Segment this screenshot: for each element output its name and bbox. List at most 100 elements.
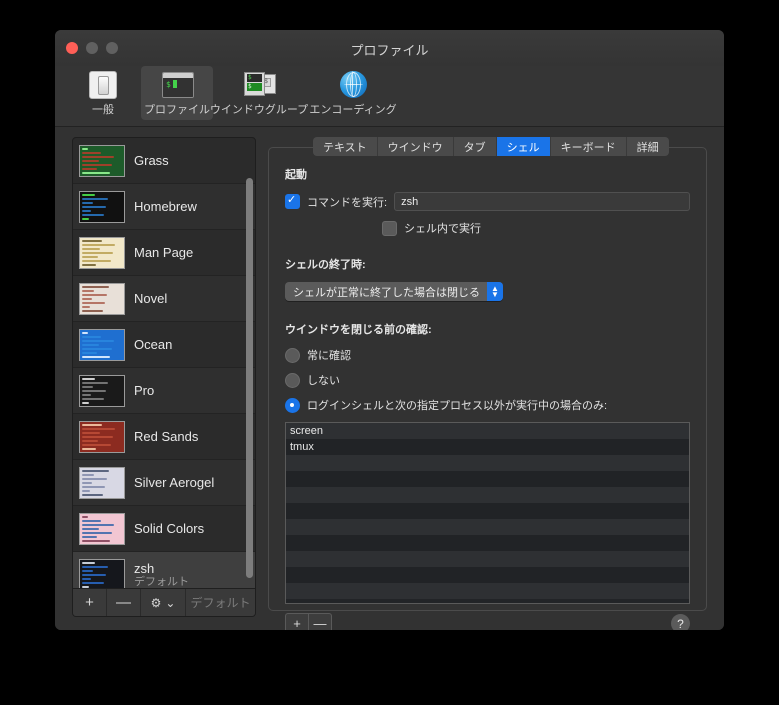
tab-3[interactable]: シェル bbox=[496, 137, 551, 156]
profile-row[interactable]: Silver Aerogel bbox=[73, 460, 255, 506]
toolbar-label-general: 一般 bbox=[92, 104, 114, 116]
tab-5[interactable]: 詳細 bbox=[626, 137, 669, 156]
toggle-switch-icon bbox=[88, 70, 118, 99]
profile-thumbnail bbox=[79, 282, 125, 315]
process-list-empty-row bbox=[286, 519, 689, 535]
on-exit-dropdown-value: シェルが正常に終了した場合は閉じる bbox=[293, 286, 480, 299]
profile-name: Novel bbox=[134, 291, 168, 306]
process-list-empty-row bbox=[286, 503, 689, 519]
process-list-item[interactable]: tmux bbox=[286, 439, 689, 455]
add-process-button[interactable]: + bbox=[285, 613, 308, 630]
settings-pane: テキストウインドウタブシェルキーボード詳細 起動 コマンドを実行: zsh シェ… bbox=[268, 137, 707, 630]
process-list-empty-row bbox=[286, 551, 689, 567]
process-list-buttons: + — bbox=[285, 613, 332, 630]
profile-text: Man Page bbox=[134, 245, 193, 260]
profile-name: Homebrew bbox=[134, 199, 197, 214]
close-confirm-radio-0[interactable] bbox=[285, 347, 300, 363]
tab-4[interactable]: キーボード bbox=[550, 137, 627, 156]
toolbar-item-window-groups[interactable]: $ $ $ ウインドウグループ bbox=[210, 66, 308, 120]
sidebar-scrollbar[interactable] bbox=[246, 178, 253, 578]
profile-name: Man Page bbox=[134, 245, 194, 260]
profile-row[interactable]: Pro bbox=[73, 368, 255, 414]
close-confirm-radio-label-2: ログインシェルと次の指定プロセス以外が実行中の場合のみ: bbox=[307, 400, 608, 412]
window-group-icon: $ $ $ bbox=[244, 70, 276, 98]
profile-name: Pro bbox=[134, 383, 155, 398]
startup-section-title: 起動 bbox=[285, 169, 307, 181]
close-confirm-radio-1[interactable] bbox=[285, 372, 300, 388]
chevron-updown-icon: ▲ ▼ bbox=[487, 282, 503, 301]
close-confirm-radio-2[interactable] bbox=[285, 397, 300, 413]
profile-thumbnail bbox=[79, 466, 125, 499]
add-profile-button[interactable]: + bbox=[73, 589, 107, 616]
profile-row[interactable]: Homebrew bbox=[73, 184, 255, 230]
profile-text: Silver Aerogel bbox=[134, 475, 214, 490]
run-inside-shell-checkbox[interactable] bbox=[382, 220, 397, 236]
close-confirm-section-title: ウインドウを閉じる前の確認: bbox=[285, 324, 432, 336]
window-body: Grass Homebrew Man Page Novel Ocean Pro Red Sa… bbox=[55, 127, 724, 630]
toolbar-label-encodings: エンコーディング bbox=[309, 104, 397, 116]
profile-text: Grass bbox=[134, 153, 169, 168]
radio-row: 常に確認 bbox=[285, 347, 690, 363]
profile-thumbnail bbox=[79, 420, 125, 453]
profile-thumbnail bbox=[79, 374, 125, 407]
toolbar-label-window-groups: ウインドウグループ bbox=[209, 104, 309, 116]
profile-row[interactable]: Man Page bbox=[73, 230, 255, 276]
toolbar-item-general[interactable]: 一般 bbox=[67, 66, 139, 120]
profile-row[interactable]: Novel bbox=[73, 276, 255, 322]
tab-0[interactable]: テキスト bbox=[313, 137, 378, 156]
profiles-footer: + — ⚙ ⌄ デフォルト bbox=[73, 588, 255, 616]
profile-thumbnail bbox=[79, 328, 125, 361]
process-list-empty-row bbox=[286, 535, 689, 551]
window-title: プロファイル bbox=[350, 43, 429, 58]
gear-icon: ⚙ bbox=[150, 595, 162, 610]
terminal-icon: $ bbox=[162, 70, 194, 98]
sidebar-scrollbar-thumb[interactable] bbox=[246, 178, 253, 578]
set-default-button[interactable]: デフォルト bbox=[186, 589, 255, 616]
radio-row: しない bbox=[285, 372, 690, 388]
close-confirm-radio-label-1: しない bbox=[307, 375, 340, 387]
profile-row[interactable]: Ocean bbox=[73, 322, 255, 368]
profile-name: Ocean bbox=[134, 337, 173, 352]
profile-name: Red Sands bbox=[134, 429, 199, 444]
toolbar-label-profiles: プロファイル bbox=[144, 104, 210, 116]
process-list-empty-row bbox=[286, 455, 689, 471]
preferences-window: プロファイル 一般 $ プロファイル $ $ $ ウインドウグループ エンコーデ… bbox=[55, 30, 724, 630]
remove-process-button[interactable]: — bbox=[308, 613, 332, 630]
process-list[interactable]: screen tmux bbox=[285, 422, 690, 604]
profile-text: Novel bbox=[134, 291, 167, 306]
on-exit-dropdown[interactable]: シェルが正常に終了した場合は閉じる ▲ ▼ bbox=[285, 282, 503, 301]
profiles-list[interactable]: Grass Homebrew Man Page Novel Ocean Pro Red Sa… bbox=[73, 138, 255, 588]
tab-2[interactable]: タブ bbox=[453, 137, 497, 156]
profile-row[interactable]: zsh デフォルト bbox=[73, 552, 255, 588]
on-exit-section-title: シェルの終了時: bbox=[285, 259, 366, 271]
toolbar-item-profiles[interactable]: $ プロファイル bbox=[141, 66, 213, 120]
shell-tab-panel: 起動 コマンドを実行: zsh シェル内で実行 シェルの終了時: シェルが正常に… bbox=[268, 147, 707, 630]
profile-row[interactable]: Red Sands bbox=[73, 414, 255, 460]
profile-thumbnail bbox=[79, 558, 125, 588]
process-list-empty-row bbox=[286, 471, 689, 487]
profile-row[interactable]: Grass bbox=[73, 138, 255, 184]
profile-name: Solid Colors bbox=[134, 521, 205, 536]
profile-subtitle: デフォルト bbox=[134, 575, 189, 588]
toolbar: 一般 $ プロファイル $ $ $ ウインドウグループ エンコーディング bbox=[55, 66, 724, 127]
title-bar: プロファイル bbox=[55, 30, 724, 66]
profile-name: zsh bbox=[134, 560, 155, 576]
remove-profile-button[interactable]: — bbox=[107, 589, 141, 616]
profile-text: zsh デフォルト bbox=[134, 561, 189, 589]
screen: プロファイル 一般 $ プロファイル $ $ $ ウインドウグループ エンコーデ… bbox=[0, 0, 779, 705]
toolbar-item-encodings[interactable]: エンコーディング bbox=[305, 66, 401, 120]
tab-1[interactable]: ウインドウ bbox=[377, 137, 454, 156]
profile-actions-menu-button[interactable]: ⚙ ⌄ bbox=[141, 589, 186, 616]
chevron-down-icon: ⌄ bbox=[165, 595, 176, 610]
profile-name: Grass bbox=[134, 153, 169, 168]
command-input[interactable]: zsh bbox=[394, 192, 690, 211]
profile-text: Ocean bbox=[134, 337, 172, 352]
process-list-item[interactable]: screen bbox=[286, 423, 689, 439]
run-command-row: コマンドを実行: zsh bbox=[285, 192, 690, 211]
process-list-empty-row bbox=[286, 583, 689, 599]
help-button[interactable]: ? bbox=[671, 614, 690, 630]
profile-row[interactable]: Solid Colors bbox=[73, 506, 255, 552]
settings-tabbar[interactable]: テキスト ウインドウ タブ シェル キーボード 詳細 bbox=[313, 137, 669, 156]
run-command-checkbox[interactable] bbox=[285, 193, 300, 209]
profile-thumbnail bbox=[79, 512, 125, 545]
